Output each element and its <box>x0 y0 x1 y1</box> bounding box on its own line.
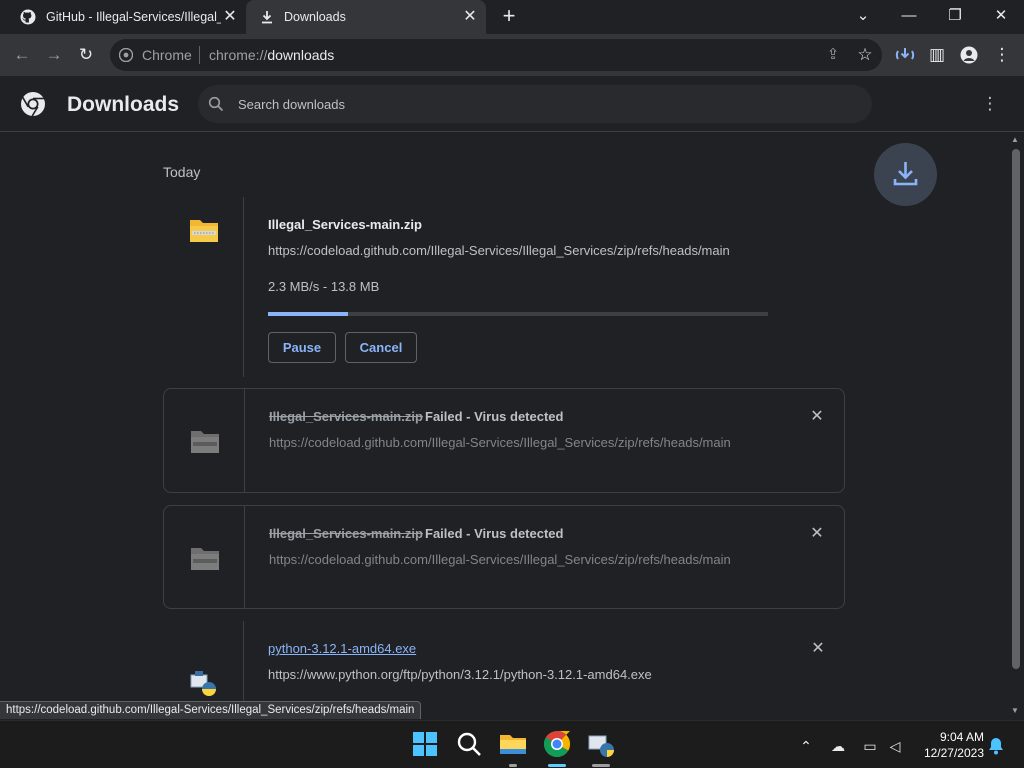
cancel-button[interactable]: Cancel <box>345 332 417 363</box>
forward-icon[interactable]: → <box>43 44 65 66</box>
python-installer-taskbar-icon[interactable] <box>586 729 616 759</box>
downloads-toolbar-icon[interactable] <box>895 45 915 65</box>
profile-icon[interactable] <box>960 46 978 64</box>
file-url[interactable]: https://www.python.org/ftp/python/3.12.1… <box>268 667 652 682</box>
network-icon[interactable]: ▭ <box>861 737 879 755</box>
close-tab-icon[interactable]: ✕ <box>222 9 238 25</box>
scroll-down-icon[interactable]: ▼ <box>1011 706 1019 715</box>
download-item: Illegal_Services-main.zip https://codelo… <box>163 197 845 377</box>
running-indicator <box>509 764 517 767</box>
downloads-header: Downloads ⋮ <box>0 76 1024 132</box>
download-icon <box>262 11 272 24</box>
onedrive-icon[interactable]: ☁ <box>829 737 847 755</box>
scroll-thumb[interactable] <box>1012 149 1020 669</box>
search-input[interactable] <box>238 95 838 113</box>
file-name[interactable]: Illegal_Services-main.zip <box>268 217 422 232</box>
zip-file-icon <box>191 431 219 453</box>
scrollbar[interactable]: ▲ ▼ <box>1008 133 1024 718</box>
close-window-icon[interactable]: ✕ <box>986 4 1016 30</box>
show-hidden-icons-icon[interactable]: ⌃ <box>797 737 815 755</box>
clock-date: 12/27/2023 <box>923 746 984 760</box>
file-url[interactable]: https://codeload.github.com/Illegal-Serv… <box>269 552 731 567</box>
file-url[interactable]: https://codeload.github.com/Illegal-Serv… <box>269 435 731 450</box>
tab-strip: GitHub - Illegal-Services/Illegal_Servic… <box>0 0 1024 34</box>
back-icon[interactable]: ← <box>11 44 33 66</box>
omnibox-divider <box>199 46 200 64</box>
date-group-label: Today <box>163 164 201 180</box>
search-box[interactable] <box>198 85 872 123</box>
active-indicator <box>548 764 566 767</box>
url-host: downloads <box>267 47 335 63</box>
new-tab-button[interactable]: + <box>498 5 520 28</box>
reload-icon[interactable]: ↻ <box>75 44 97 66</box>
search-icon <box>208 96 224 112</box>
link-status-bubble: https://codeload.github.com/Illegal-Serv… <box>0 701 422 719</box>
pause-button[interactable]: Pause <box>268 332 336 363</box>
file-explorer-icon[interactable] <box>498 729 528 759</box>
download-status: Failed - Virus detected <box>425 526 564 541</box>
progress-text: 2.3 MB/s - 13.8 MB <box>268 279 380 294</box>
share-icon[interactable]: ⇪ <box>822 44 844 66</box>
download-icon <box>893 162 918 186</box>
notification-bell-icon[interactable] <box>988 737 1004 755</box>
scroll-up-icon[interactable]: ▲ <box>1011 135 1019 144</box>
close-tab-icon[interactable]: ✕ <box>462 9 478 25</box>
system-clock[interactable]: 9:04 AM 12/27/2023 <box>916 729 984 761</box>
restore-icon[interactable]: ❐ <box>940 4 970 30</box>
file-name-link[interactable]: python-3.12.1-amd64.exe <box>268 641 416 656</box>
search-icon[interactable] <box>454 729 484 759</box>
zip-file-icon <box>190 220 218 242</box>
windows-taskbar: ⌃ ☁ ▭ ◁ 9:04 AM 12/27/2023 <box>0 720 1024 768</box>
python-installer-icon <box>190 671 216 696</box>
downloads-menu-icon[interactable]: ⋮ <box>979 93 1001 115</box>
open-downloads-folder-button[interactable] <box>874 143 937 206</box>
github-icon <box>20 9 36 25</box>
url-scheme: chrome:// <box>209 47 268 63</box>
browser-toolbar: ← → ↻ Chrome chrome://downloads ⇪ ☆ ▥ ⋮ <box>0 34 1024 76</box>
remove-icon[interactable]: ✕ <box>810 409 824 425</box>
download-item: Illegal_Services-main.zip Failed - Virus… <box>163 388 845 493</box>
remove-icon[interactable]: ✕ <box>810 526 824 542</box>
remove-icon[interactable]: ✕ <box>811 641 825 657</box>
address-bar[interactable]: Chrome chrome://downloads ⇪ ☆ <box>110 39 882 71</box>
item-divider <box>244 506 245 608</box>
bookmark-star-icon[interactable]: ☆ <box>854 44 876 66</box>
chrome-logo-icon <box>21 92 45 117</box>
volume-muted-icon[interactable]: ◁ <box>886 737 904 755</box>
tab-github[interactable]: GitHub - Illegal-Services/Illegal_Servic… <box>8 0 246 34</box>
minimize-icon[interactable]: — <box>894 4 924 30</box>
tab-search-icon[interactable]: ⌄ <box>848 4 878 30</box>
zip-file-icon <box>191 548 219 570</box>
clock-time: 9:04 AM <box>939 730 984 744</box>
item-divider <box>243 197 244 377</box>
download-status: Failed - Virus detected <box>425 409 564 424</box>
chrome-icon <box>119 48 133 62</box>
running-indicator <box>592 764 610 767</box>
tab-downloads[interactable]: Downloads ✕ <box>246 0 486 34</box>
file-name: Illegal_Services-main.zip <box>269 526 423 541</box>
file-name: Illegal_Services-main.zip <box>269 409 423 424</box>
chrome-taskbar-icon[interactable] <box>542 729 572 759</box>
downloads-list: Today Illegal_Services-main.zip https://… <box>0 133 1008 718</box>
menu-kebab-icon[interactable]: ⋮ <box>991 44 1013 66</box>
tab-title: Downloads <box>284 10 346 24</box>
page-title: Downloads <box>67 93 180 116</box>
site-label: Chrome <box>142 47 192 63</box>
tab-title: GitHub - Illegal-Services/Illegal_Servic… <box>46 10 221 24</box>
item-divider <box>244 389 245 492</box>
windows-start-icon[interactable] <box>410 729 440 759</box>
download-item: Illegal_Services-main.zip Failed - Virus… <box>163 505 845 609</box>
progress-bar <box>268 312 768 316</box>
progress-fill <box>268 312 348 316</box>
side-panel-icon[interactable]: ▥ <box>926 44 948 66</box>
file-url[interactable]: https://codeload.github.com/Illegal-Serv… <box>268 243 730 258</box>
url-text[interactable]: chrome://downloads <box>209 47 334 63</box>
